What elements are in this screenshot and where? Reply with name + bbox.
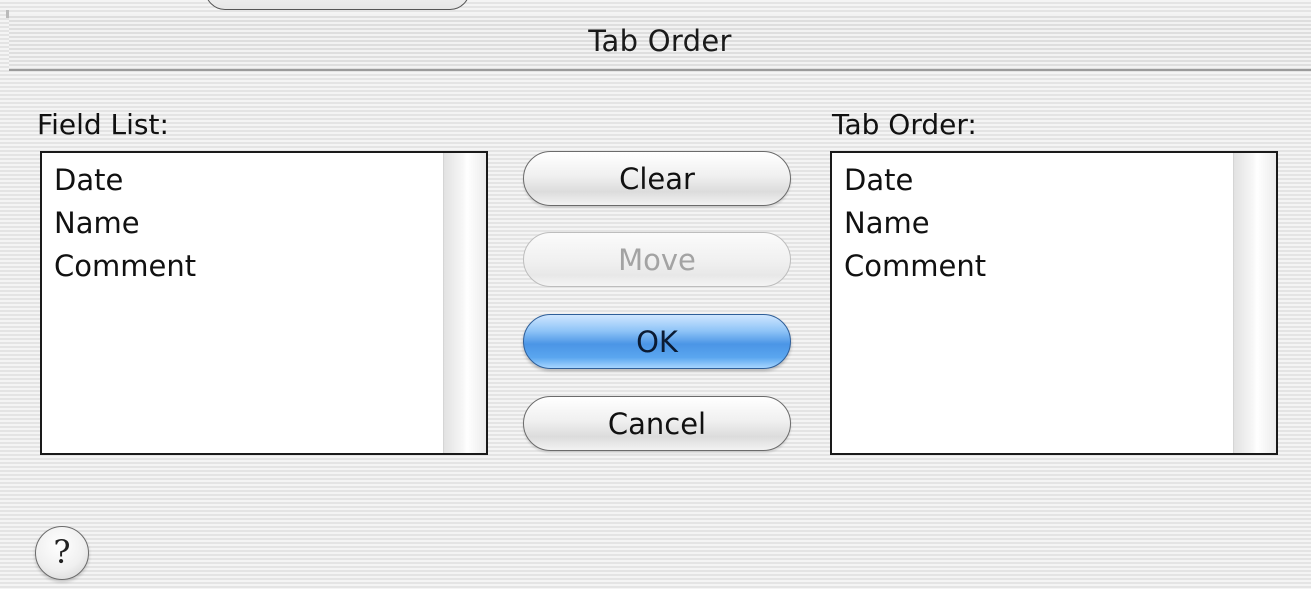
field-list-item[interactable]: Comment xyxy=(54,245,196,288)
field-list-item[interactable]: Date xyxy=(54,159,196,202)
tab-order-box[interactable]: Date Name Comment xyxy=(830,151,1278,455)
field-list-label: Field List: xyxy=(37,108,169,141)
tab-order-item[interactable]: Name xyxy=(844,202,986,245)
tab-order-items: Date Name Comment xyxy=(844,159,986,288)
help-icon: ? xyxy=(53,533,71,571)
dialog-title: Tab Order xyxy=(588,24,732,58)
partial-control-above xyxy=(205,0,470,10)
tab-order-item[interactable]: Date xyxy=(844,159,986,202)
ok-button[interactable]: OK xyxy=(523,314,791,369)
field-list-items: Date Name Comment xyxy=(54,159,196,288)
tab-order-label: Tab Order: xyxy=(832,108,977,141)
field-list-scrollbar[interactable] xyxy=(443,153,486,453)
dialog-title-bar: Tab Order xyxy=(9,14,1311,71)
help-button[interactable]: ? xyxy=(35,526,89,580)
clear-button[interactable]: Clear xyxy=(523,151,791,206)
move-button[interactable]: Move xyxy=(523,232,791,287)
tab-order-item[interactable]: Comment xyxy=(844,245,986,288)
cancel-button[interactable]: Cancel xyxy=(523,396,791,451)
field-list-box[interactable]: Date Name Comment xyxy=(40,151,488,455)
field-list-item[interactable]: Name xyxy=(54,202,196,245)
tab-order-scrollbar[interactable] xyxy=(1233,153,1276,453)
